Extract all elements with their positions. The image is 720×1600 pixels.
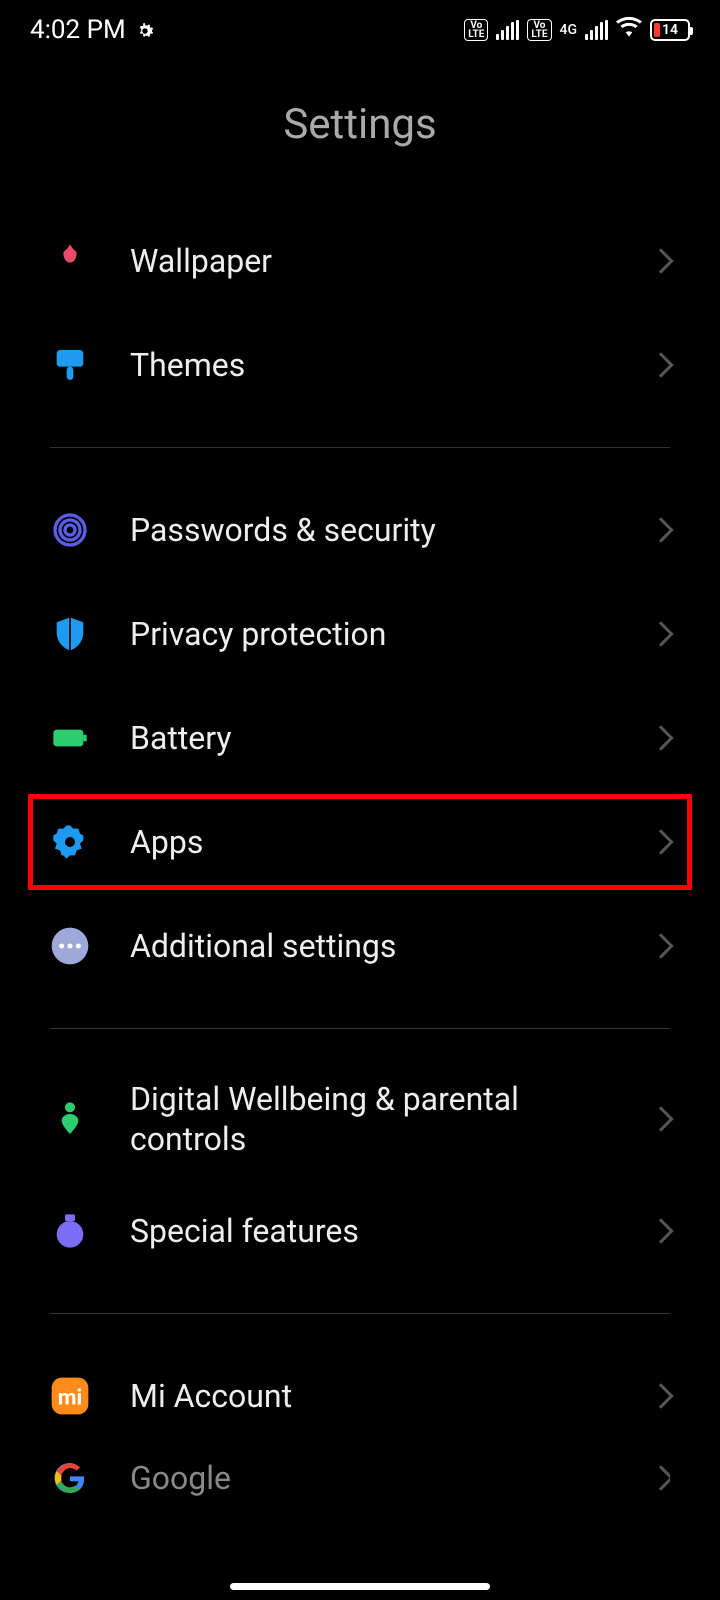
- chevron-right-icon: [648, 933, 673, 958]
- settings-item-themes[interactable]: Themes: [50, 313, 670, 417]
- flask-icon: [50, 1211, 90, 1251]
- chevron-right-icon: [648, 621, 673, 646]
- status-right: VoLTE VoLTE 4G 14: [464, 15, 690, 45]
- volte-icon: VoLTE: [464, 19, 488, 41]
- item-label: Mi Account: [130, 1377, 612, 1415]
- page-title: Settings: [0, 60, 720, 209]
- signal-icon: [585, 20, 608, 40]
- chevron-right-icon: [648, 352, 673, 377]
- mi-icon: mi: [50, 1376, 90, 1416]
- divider: [50, 1313, 670, 1314]
- tulip-icon: [50, 241, 90, 281]
- chevron-right-icon: [648, 829, 673, 854]
- chevron-right-icon: [648, 517, 673, 542]
- item-label: Special features: [130, 1212, 612, 1250]
- settings-item-google[interactable]: Google: [50, 1448, 670, 1508]
- settings-item-apps[interactable]: Apps: [50, 790, 670, 894]
- item-label: Digital Wellbeing & parental controls: [130, 1079, 612, 1159]
- chevron-right-icon: [648, 1218, 673, 1243]
- item-label: Privacy protection: [130, 615, 612, 653]
- settings-item-privacy[interactable]: Privacy protection: [50, 582, 670, 686]
- status-time: 4:02 PM: [30, 15, 126, 45]
- settings-item-special[interactable]: Special features: [50, 1179, 670, 1283]
- chevron-right-icon: [648, 1465, 670, 1490]
- settings-list: Wallpaper Themes Passwords & security Pr…: [0, 209, 720, 1508]
- divider: [50, 1028, 670, 1029]
- status-bar: 4:02 PM VoLTE VoLTE 4G 14: [0, 0, 720, 60]
- gear-icon: [134, 19, 156, 41]
- item-label: Themes: [130, 346, 612, 384]
- chevron-right-icon: [648, 725, 673, 750]
- settings-item-mi-account[interactable]: mi Mi Account: [50, 1344, 670, 1448]
- gear-icon: [50, 822, 90, 862]
- volte-icon: VoLTE: [527, 19, 551, 41]
- item-label: Apps: [130, 823, 612, 861]
- status-left: 4:02 PM: [30, 15, 156, 45]
- item-label: Wallpaper: [130, 242, 612, 280]
- home-indicator[interactable]: [230, 1583, 490, 1590]
- google-icon: [50, 1458, 90, 1498]
- signal-icon: [496, 20, 519, 40]
- battery-icon: [50, 718, 90, 758]
- item-label: Passwords & security: [130, 511, 612, 549]
- settings-item-battery[interactable]: Battery: [50, 686, 670, 790]
- shield-icon: [50, 614, 90, 654]
- item-label: Battery: [130, 719, 612, 757]
- chevron-right-icon: [648, 248, 673, 273]
- fingerprint-icon: [50, 510, 90, 550]
- battery-percent: 14: [652, 22, 688, 38]
- item-label: Google: [130, 1459, 612, 1497]
- settings-item-additional[interactable]: Additional settings: [50, 894, 670, 998]
- settings-item-wellbeing[interactable]: Digital Wellbeing & parental controls: [50, 1059, 670, 1179]
- brush-icon: [50, 345, 90, 385]
- network-type: 4G: [560, 22, 578, 38]
- divider: [50, 447, 670, 448]
- chevron-right-icon: [648, 1383, 673, 1408]
- svg-text:mi: mi: [58, 1385, 83, 1410]
- person-heart-icon: [50, 1099, 90, 1139]
- dots-icon: [50, 926, 90, 966]
- battery-icon: 14: [650, 19, 690, 41]
- settings-item-wallpaper[interactable]: Wallpaper: [50, 209, 670, 313]
- wifi-icon: [616, 15, 642, 45]
- settings-item-passwords[interactable]: Passwords & security: [50, 478, 670, 582]
- item-label: Additional settings: [130, 927, 612, 965]
- chevron-right-icon: [648, 1106, 673, 1131]
